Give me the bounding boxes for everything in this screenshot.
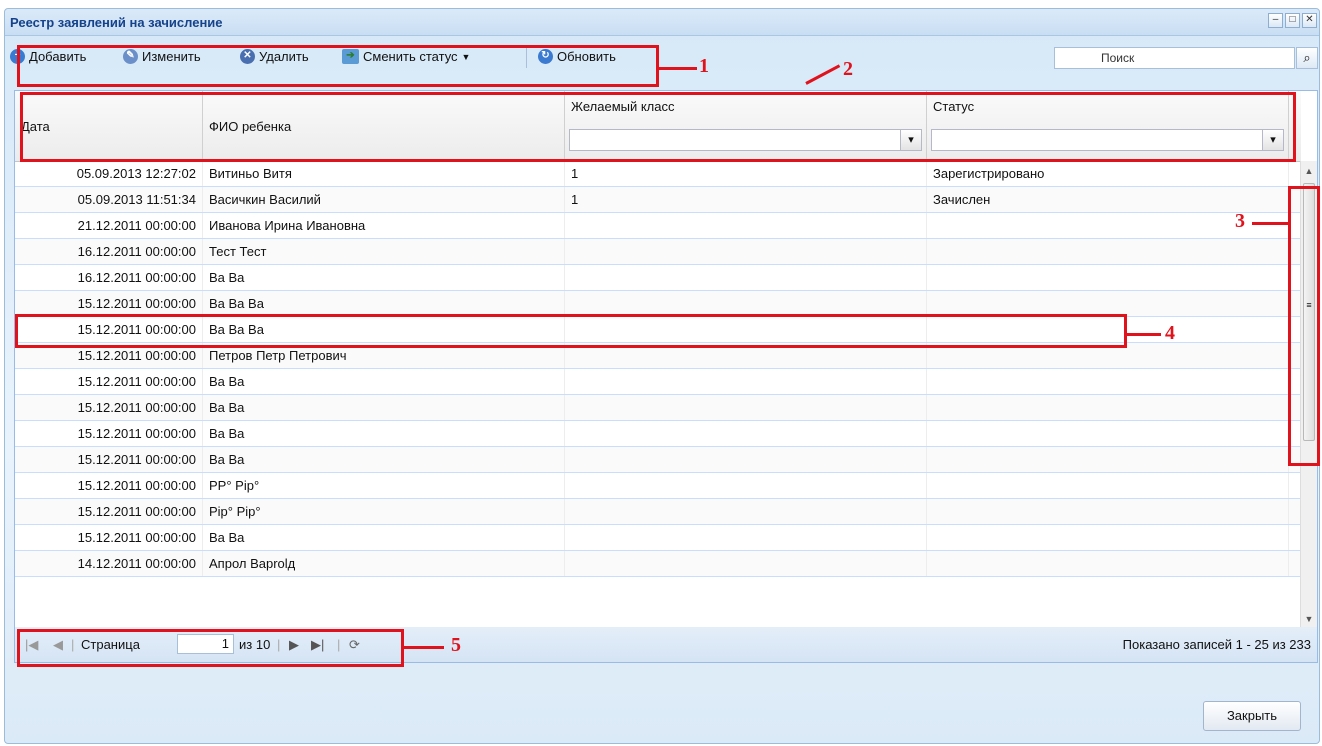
- table-row[interactable]: 05.09.2013 12:27:02 Витиньо Витя 1 Зарегист…: [15, 161, 1301, 187]
- table-row[interactable]: 15.12.2011 00:00:00 Ва Ва: [15, 369, 1301, 395]
- cell-grade: [565, 291, 927, 316]
- cell-date: 15.12.2011 00:00:00: [15, 473, 203, 498]
- window-title: Реестр заявлений на зачисление: [10, 15, 223, 30]
- window-titlebar[interactable]: Реестр заявлений на зачисление – □ ✕: [5, 9, 1319, 36]
- table-row[interactable]: 14.12.2011 00:00:00 Апрол Ваprolд: [15, 551, 1301, 577]
- cell-date: 15.12.2011 00:00:00: [15, 525, 203, 550]
- cell-status: [927, 447, 1289, 472]
- cell-name: Апрол Ваprolд: [203, 551, 565, 576]
- callout-label-4: 4: [1165, 322, 1175, 344]
- cell-name: Ва Ва: [203, 265, 565, 290]
- callout-box-pager: [17, 629, 404, 667]
- cell-status: Зачислен: [927, 187, 1289, 212]
- cell-grade: [565, 369, 927, 394]
- cell-date: 05.09.2013 11:51:34: [15, 187, 203, 212]
- table-row[interactable]: 16.12.2011 00:00:00 Тест Тест: [15, 239, 1301, 265]
- table-row[interactable]: 15.12.2011 00:00:00 Рір° Рір°: [15, 499, 1301, 525]
- applications-grid: Дата ФИО ребенка Желаемый класс ▾ Статус…: [14, 90, 1318, 628]
- cell-name: Ва Ва: [203, 369, 565, 394]
- cell-date: 15.12.2011 00:00:00: [15, 447, 203, 472]
- cell-status: [927, 525, 1289, 550]
- callout-line-3: [1252, 222, 1288, 225]
- cell-date: 15.12.2011 00:00:00: [15, 291, 203, 316]
- callout-label-3: 3: [1235, 210, 1245, 232]
- callout-line-1: [659, 67, 697, 70]
- cell-grade: 1: [565, 161, 927, 186]
- scroll-down-icon[interactable]: ▼: [1301, 611, 1317, 627]
- callout-line-5: [404, 646, 444, 649]
- cell-date: 16.12.2011 00:00:00: [15, 265, 203, 290]
- cell-name: Ва Ва: [203, 421, 565, 446]
- callout-label-2: 2: [843, 58, 853, 80]
- callout-box-header: [20, 92, 1296, 162]
- cell-grade: [565, 551, 927, 576]
- cell-status: [927, 551, 1289, 576]
- table-row[interactable]: 15.12.2011 00:00:00 Ва Ва: [15, 447, 1301, 473]
- cell-date: 15.12.2011 00:00:00: [15, 421, 203, 446]
- cell-grade: [565, 265, 927, 290]
- cell-date: 16.12.2011 00:00:00: [15, 239, 203, 264]
- records-summary: Показано записей 1 - 25 из 233: [1122, 637, 1311, 652]
- close-button[interactable]: Закрыть: [1203, 701, 1301, 731]
- cell-name: Витиньо Витя: [203, 161, 565, 186]
- cell-grade: 1: [565, 187, 927, 212]
- search-input[interactable]: Поиск: [1054, 47, 1295, 69]
- cell-name: Рір° Рір°: [203, 499, 565, 524]
- close-icon[interactable]: ✕: [1302, 13, 1317, 28]
- table-row[interactable]: 16.12.2011 00:00:00 Ва Ва: [15, 265, 1301, 291]
- callout-line-4: [1127, 333, 1161, 336]
- cell-name: Тест Тест: [203, 239, 565, 264]
- table-row[interactable]: 05.09.2013 11:51:34 Васичкин Василий 1 Зачи…: [15, 187, 1301, 213]
- cell-grade: [565, 525, 927, 550]
- cell-grade: [565, 395, 927, 420]
- cell-name: Ва Ва: [203, 447, 565, 472]
- table-row[interactable]: 15.12.2011 00:00:00 РР° Рір°: [15, 473, 1301, 499]
- cell-date: 15.12.2011 00:00:00: [15, 369, 203, 394]
- cell-date: 21.12.2011 00:00:00: [15, 213, 203, 238]
- callout-box-toolbar: [17, 45, 659, 87]
- minimize-icon[interactable]: –: [1268, 13, 1283, 28]
- cell-status: Зарегистрировано: [927, 161, 1289, 186]
- search-icon[interactable]: ⌕: [1296, 47, 1318, 69]
- table-row[interactable]: 21.12.2011 00:00:00 Иванова Ирина Ивановн…: [15, 213, 1301, 239]
- callout-label-1: 1: [699, 55, 709, 77]
- cell-name: Ва Ва Ва: [203, 291, 565, 316]
- cell-name: Ва Ва: [203, 395, 565, 420]
- cell-status: [927, 499, 1289, 524]
- table-row[interactable]: 15.12.2011 00:00:00 Ва Ва: [15, 395, 1301, 421]
- cell-grade: [565, 473, 927, 498]
- scroll-up-icon[interactable]: ▲: [1301, 163, 1317, 179]
- cell-name: Васичкин Василий: [203, 187, 565, 212]
- cell-status: [927, 395, 1289, 420]
- cell-name: РР° Рір°: [203, 473, 565, 498]
- cell-status: [927, 421, 1289, 446]
- cell-grade: [565, 447, 927, 472]
- callout-box-row: [15, 314, 1127, 348]
- cell-date: 05.09.2013 12:27:02: [15, 161, 203, 186]
- cell-status: [927, 265, 1289, 290]
- cell-grade: [565, 213, 927, 238]
- cell-name: Ва Ва: [203, 525, 565, 550]
- cell-status: [927, 369, 1289, 394]
- cell-grade: [565, 499, 927, 524]
- cell-date: 15.12.2011 00:00:00: [15, 395, 203, 420]
- cell-date: 15.12.2011 00:00:00: [15, 499, 203, 524]
- cell-date: 14.12.2011 00:00:00: [15, 551, 203, 576]
- table-row[interactable]: 15.12.2011 00:00:00 Ва Ва: [15, 525, 1301, 551]
- callout-box-scrollbar: [1288, 186, 1320, 466]
- cell-grade: [565, 421, 927, 446]
- cell-status: [927, 473, 1289, 498]
- cell-status: [927, 291, 1289, 316]
- maximize-icon[interactable]: □: [1285, 13, 1300, 28]
- callout-label-5: 5: [451, 634, 461, 656]
- table-row[interactable]: 15.12.2011 00:00:00 Ва Ва: [15, 421, 1301, 447]
- cell-name: Иванова Ирина Ивановна: [203, 213, 565, 238]
- cell-grade: [565, 239, 927, 264]
- cell-status: [927, 239, 1289, 264]
